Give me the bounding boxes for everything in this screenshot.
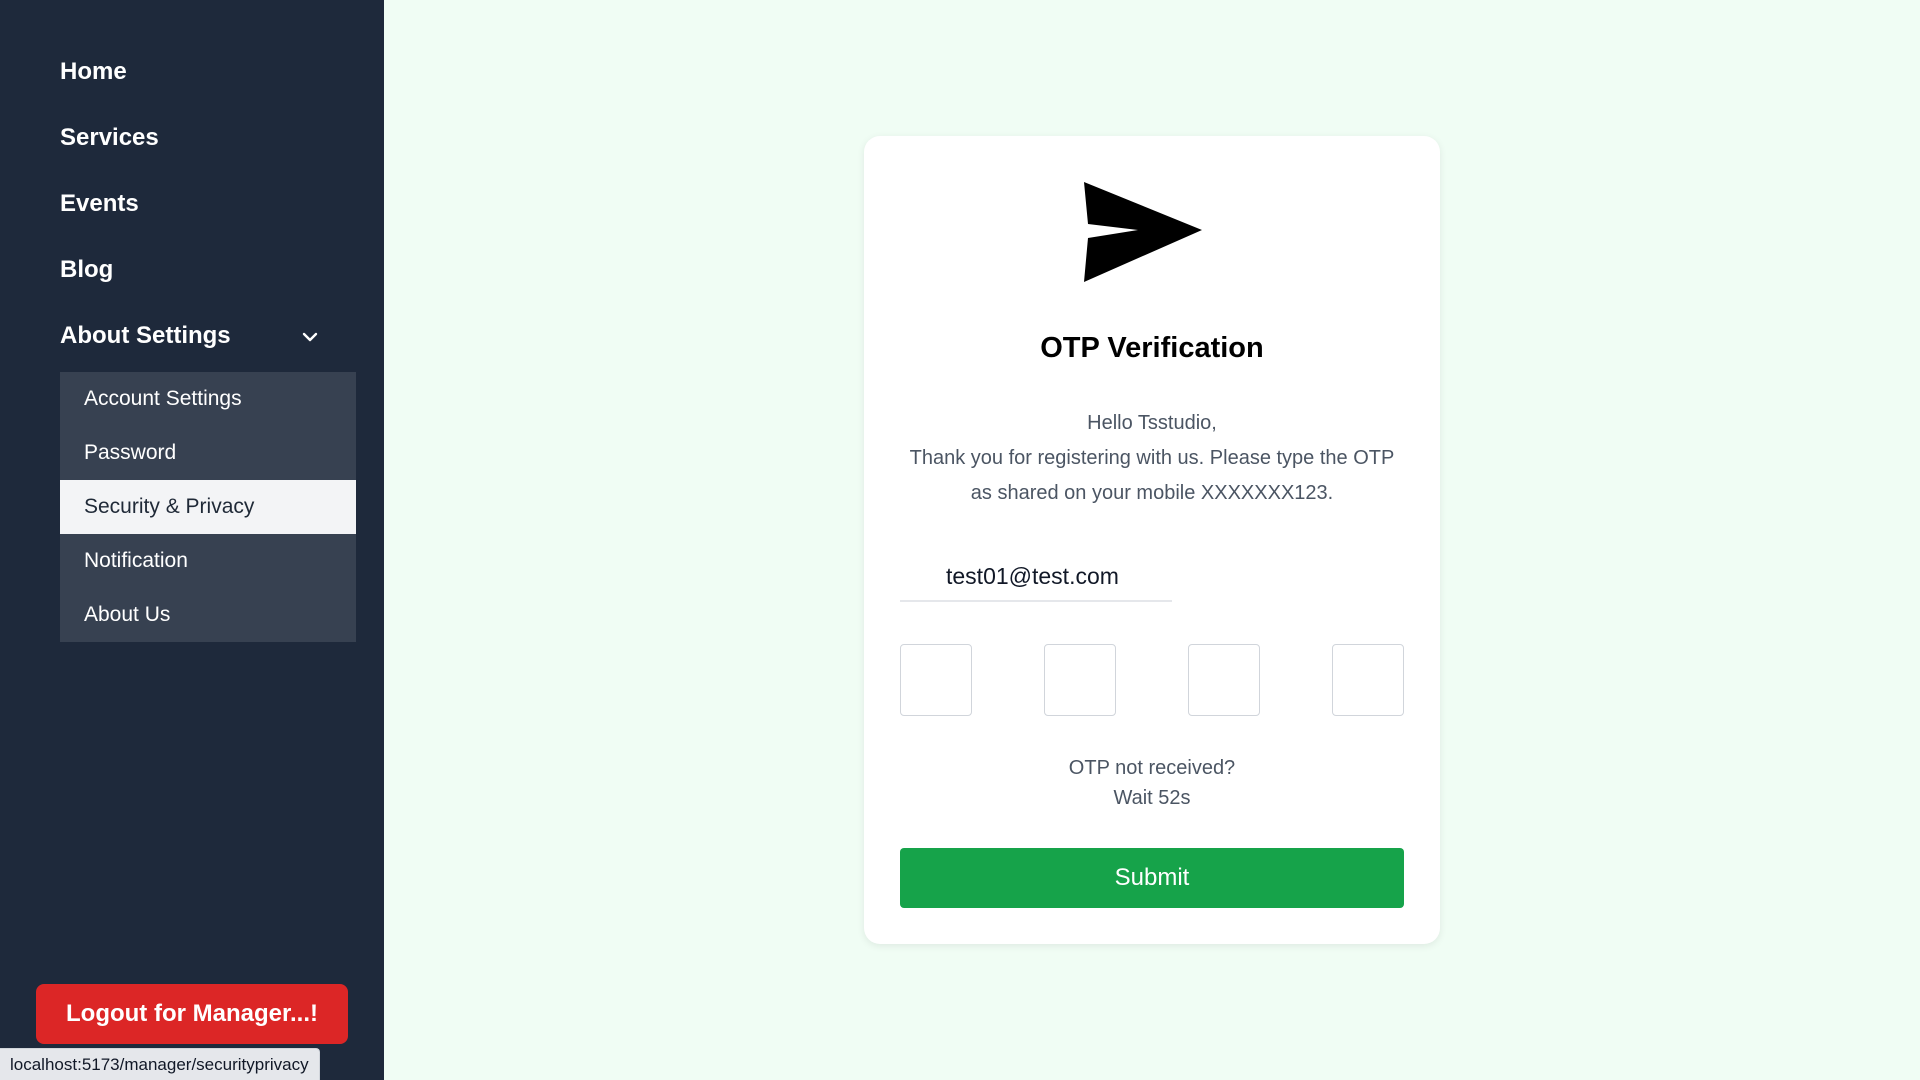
logout-button[interactable]: Logout for Manager...! — [36, 984, 348, 1044]
chevron-down-icon[interactable] — [298, 325, 322, 349]
page-title: OTP Verification — [1040, 332, 1264, 364]
nav-blog[interactable]: Blog — [60, 256, 113, 284]
submenu-security-privacy[interactable]: Security & Privacy — [60, 480, 356, 534]
send-arrow-icon — [1084, 182, 1202, 282]
email-field[interactable] — [900, 552, 1172, 602]
resend-countdown: Wait 52s — [1113, 787, 1191, 809]
nav-services[interactable]: Services — [60, 124, 159, 152]
otp-message: Hello Tsstudio, Thank you for registerin… — [894, 406, 1410, 511]
greeting-text: Hello Tsstudio, — [1087, 412, 1217, 434]
submit-button[interactable]: Submit — [900, 848, 1404, 908]
nav-about-settings[interactable]: About Settings — [60, 322, 231, 350]
nav-home[interactable]: Home — [60, 58, 127, 86]
submenu-password[interactable]: Password — [60, 426, 356, 480]
submenu-about-us[interactable]: About Us — [60, 588, 356, 642]
otp-digit-2[interactable] — [1044, 644, 1116, 716]
message-line-2: as shared on your mobile XXXXXXX123. — [970, 482, 1334, 504]
otp-digit-4[interactable] — [1332, 644, 1404, 716]
submenu-account-settings[interactable]: Account Settings — [60, 372, 356, 426]
otp-digit-1[interactable] — [900, 644, 972, 716]
nav-events[interactable]: Events — [60, 190, 139, 218]
about-settings-submenu: Account Settings Password Security & Pri… — [60, 372, 356, 642]
resend-info: OTP not received? Wait 52s — [864, 753, 1440, 813]
submenu-notification[interactable]: Notification — [60, 534, 356, 588]
otp-card: OTP Verification Hello Tsstudio, Thank y… — [864, 136, 1440, 944]
message-line-1: Thank you for registering with us. Pleas… — [909, 447, 1395, 469]
otp-digit-3[interactable] — [1188, 644, 1260, 716]
sidebar: Home Services Events Blog About Settings… — [0, 0, 384, 1080]
resend-question: OTP not received? — [1068, 757, 1236, 779]
status-url: localhost:5173/manager/securityprivacy — [0, 1048, 320, 1080]
